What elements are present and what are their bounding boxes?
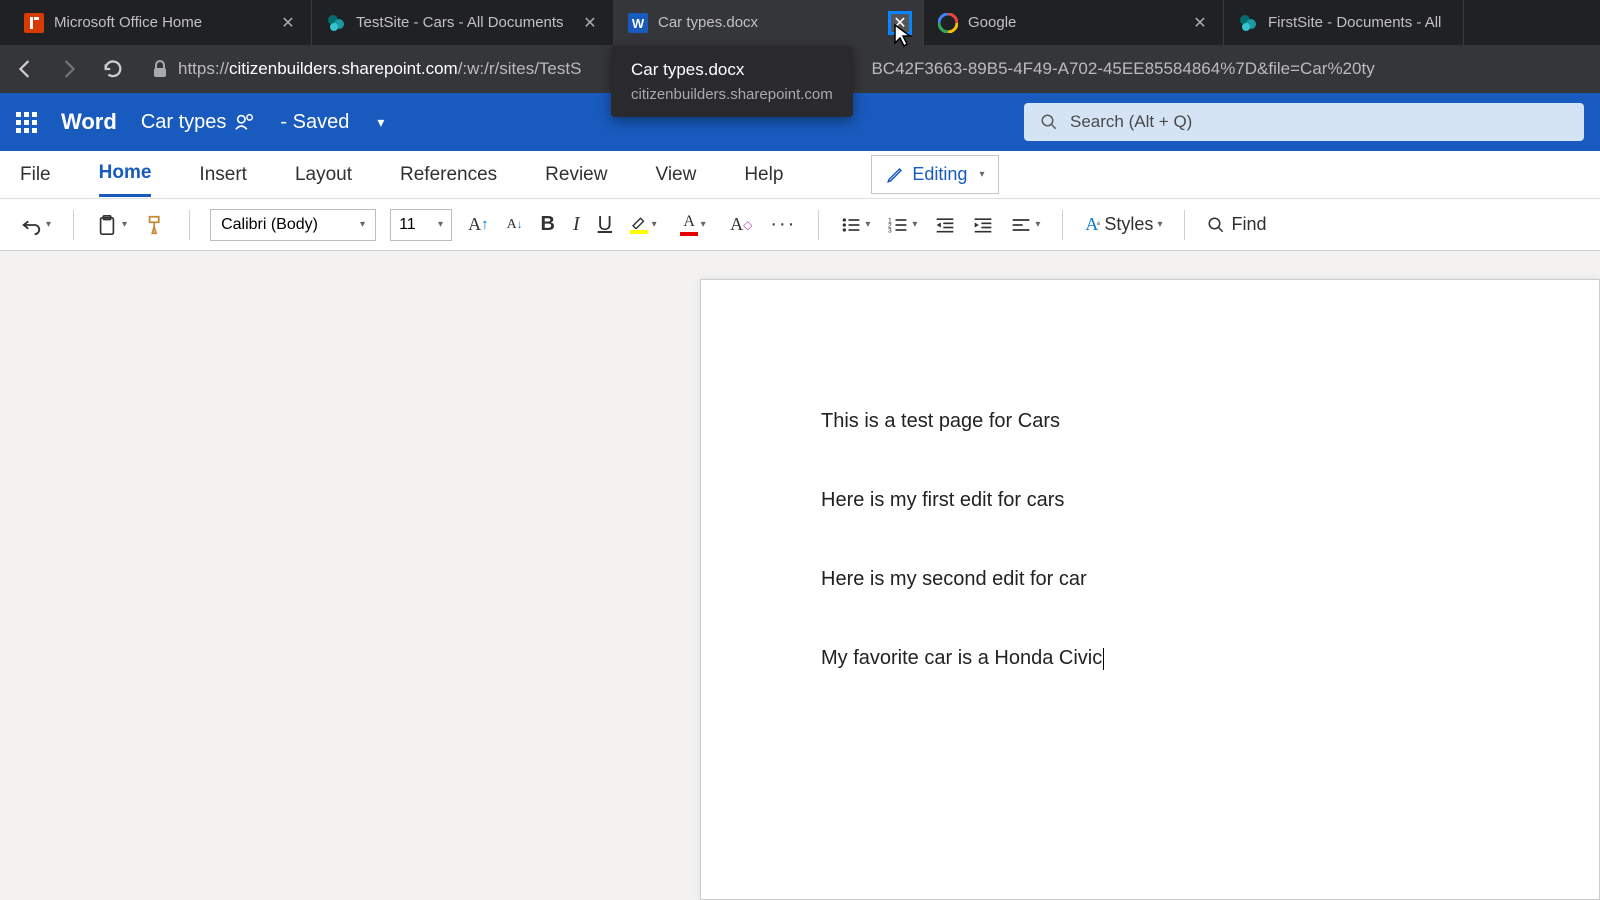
paragraph[interactable]: Here is my first edit for cars — [821, 489, 1479, 512]
align-button[interactable]: ▾ — [1009, 212, 1042, 238]
close-icon[interactable]: ✕ — [279, 14, 297, 32]
close-icon[interactable]: ✕ — [891, 14, 909, 32]
paragraph[interactable]: My favorite car is a Honda Civic — [821, 647, 1479, 670]
tab-title: Car types.docx — [658, 14, 758, 31]
back-button[interactable] — [10, 54, 40, 84]
tab-layout[interactable]: Layout — [295, 154, 352, 196]
lock-icon — [152, 60, 168, 78]
close-icon[interactable]: ✕ — [1191, 14, 1209, 32]
chevron-down-icon: ▾ — [122, 219, 127, 230]
word-icon: W — [628, 13, 648, 33]
close-icon[interactable]: ✕ — [581, 14, 599, 32]
decrease-indent-button[interactable] — [933, 212, 957, 238]
bold-button[interactable]: B — [539, 209, 557, 240]
tab-home[interactable]: Home — [99, 152, 152, 197]
browser-tab-bar: Microsoft Office Home ✕ TestSite - Cars … — [0, 0, 1600, 45]
search-icon — [1040, 113, 1058, 131]
more-format-button[interactable]: ··· — [768, 209, 798, 240]
browser-tab-firstsite[interactable]: FirstSite - Documents - All — [1224, 0, 1464, 45]
tab-references[interactable]: References — [400, 154, 497, 196]
tab-insert[interactable]: Insert — [199, 154, 247, 196]
url-text-right: BC42F3663-89B5-4F49-A702-45EE85584864%7D… — [871, 59, 1374, 79]
shrink-font-button[interactable]: A↓ — [505, 213, 525, 237]
document-canvas[interactable]: This is a test page for Cars Here is my … — [0, 251, 1600, 900]
paragraph[interactable]: Here is my second edit for car — [821, 568, 1479, 591]
highlight-button[interactable]: ▾ — [628, 211, 650, 238]
sharepoint-icon — [1238, 13, 1258, 33]
tab-review[interactable]: Review — [545, 154, 607, 196]
pencil-icon — [886, 166, 904, 184]
undo-button[interactable]: ▾ — [18, 210, 53, 240]
svg-text:W: W — [632, 16, 645, 31]
tab-tooltip: Car types.docx citizenbuilders.sharepoin… — [611, 46, 853, 117]
find-button[interactable]: Find — [1205, 210, 1268, 239]
italic-button[interactable]: I — [571, 209, 582, 240]
bullets-button[interactable]: ▾ — [839, 212, 872, 238]
browser-tab-office[interactable]: Microsoft Office Home ✕ — [10, 0, 312, 45]
sharepoint-icon — [326, 13, 346, 33]
paragraph[interactable]: This is a test page for Cars — [821, 410, 1479, 433]
share-icon — [234, 111, 256, 133]
search-placeholder: Search (Alt + Q) — [1070, 112, 1192, 132]
numbering-button[interactable]: 123 ▾ — [886, 212, 919, 238]
document-page[interactable]: This is a test page for Cars Here is my … — [700, 279, 1600, 900]
search-input[interactable]: Search (Alt + Q) — [1024, 103, 1584, 141]
url-text: https://citizenbuilders.sharepoint.com/:… — [178, 59, 581, 79]
grow-font-button[interactable]: A↑ — [466, 210, 491, 239]
reload-button[interactable] — [98, 54, 128, 84]
styles-button[interactable]: Aͣ Styles ▾ — [1083, 210, 1164, 239]
app-name[interactable]: Word — [61, 109, 117, 135]
svg-text:3: 3 — [888, 227, 892, 234]
chevron-down-icon: ▾ — [979, 169, 984, 180]
chevron-down-icon: ▾ — [46, 219, 51, 230]
underline-button[interactable]: U — [596, 209, 614, 240]
browser-tab-testsite[interactable]: TestSite - Cars - All Documents ✕ — [312, 0, 614, 45]
app-launcher-icon[interactable] — [16, 112, 37, 133]
format-painter-button[interactable] — [143, 210, 169, 240]
office-icon — [24, 13, 44, 33]
tab-title: Google — [968, 14, 1016, 31]
editing-label: Editing — [912, 164, 967, 185]
increase-indent-button[interactable] — [971, 212, 995, 238]
tab-help[interactable]: Help — [744, 154, 783, 196]
google-icon — [938, 13, 958, 33]
tooltip-url: citizenbuilders.sharepoint.com — [631, 86, 833, 103]
ribbon-tabs: File Home Insert Layout References Revie… — [0, 151, 1600, 199]
tab-title: FirstSite - Documents - All — [1268, 14, 1441, 31]
font-size-select[interactable]: 11▾ — [390, 209, 452, 241]
address-input[interactable]: https://citizenbuilders.sharepoint.com/:… — [142, 59, 1590, 79]
editing-mode-button[interactable]: Editing ▾ — [871, 155, 999, 194]
browser-tab-google[interactable]: Google ✕ — [924, 0, 1224, 45]
clear-format-button[interactable]: A◇ — [728, 210, 754, 239]
tab-title: TestSite - Cars - All Documents — [356, 14, 564, 31]
font-color-button[interactable]: A ▾ — [678, 209, 700, 240]
font-name-select[interactable]: Calibri (Body)▾ — [210, 209, 376, 241]
tab-view[interactable]: View — [655, 154, 696, 196]
forward-button[interactable] — [54, 54, 84, 84]
document-name[interactable]: Car types — [141, 111, 257, 134]
saved-status: - Saved — [280, 111, 349, 134]
tab-title: Microsoft Office Home — [54, 14, 202, 31]
browser-tab-cartypes[interactable]: W Car types.docx ✕ — [614, 0, 924, 45]
chevron-down-icon[interactable]: ▾ — [377, 114, 384, 131]
tooltip-title: Car types.docx — [631, 60, 833, 80]
tab-file[interactable]: File — [20, 154, 51, 196]
toolbar: ▾ ▾ Calibri (Body)▾ 11▾ A↑ A↓ B I U ▾ A … — [0, 199, 1600, 251]
paste-button[interactable]: ▾ — [94, 209, 129, 241]
